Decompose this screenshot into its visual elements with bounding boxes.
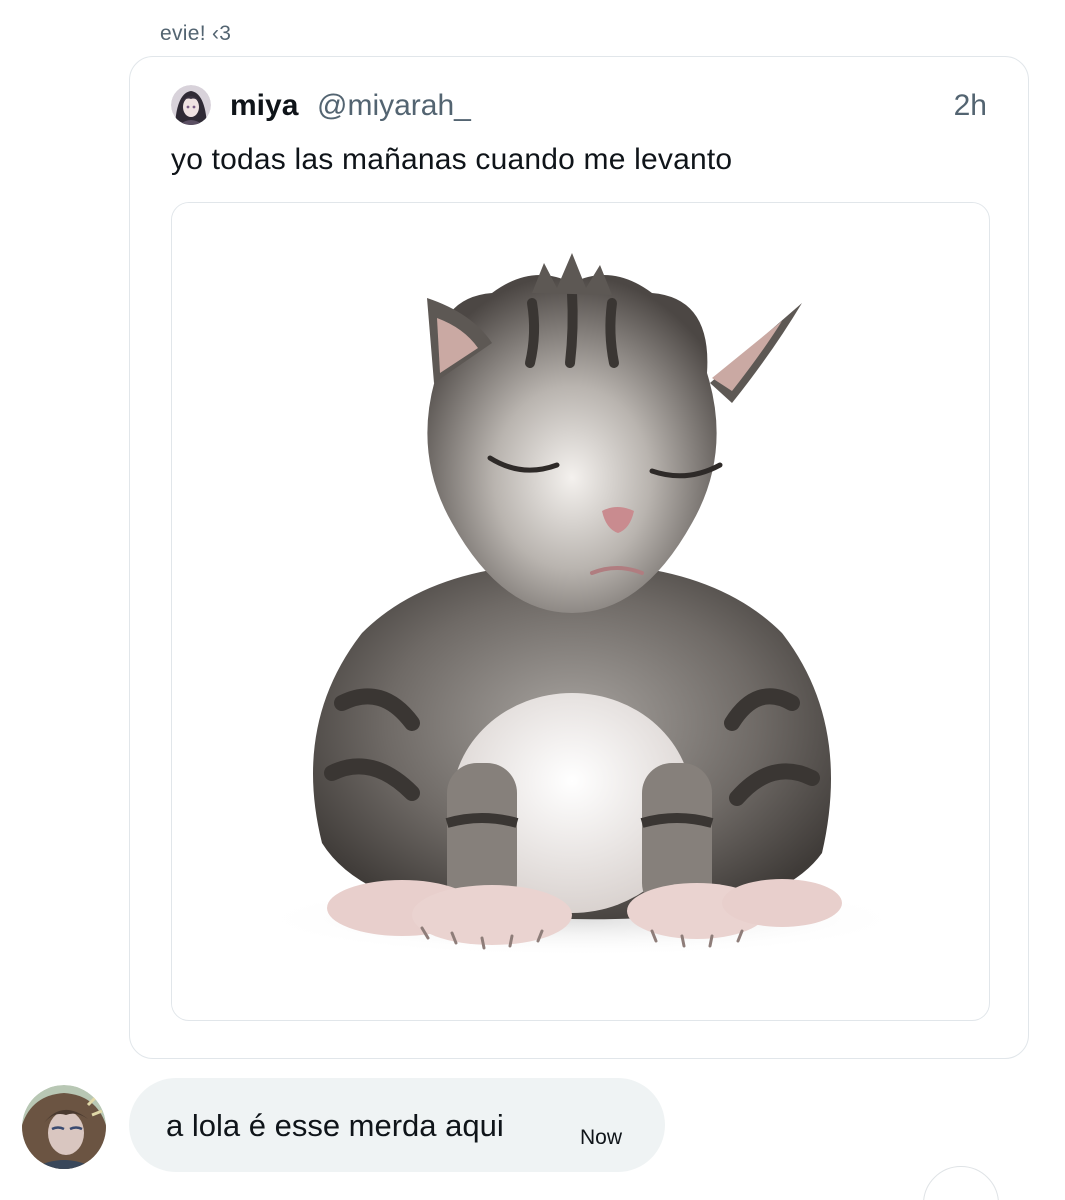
quoted-post-card[interactable]: miya @miyarah_ 2h yo todas las mañanas c… (129, 56, 1029, 1059)
author-name[interactable]: miya (230, 89, 298, 123)
scroll-down-button[interactable] (923, 1166, 999, 1200)
reply-message-bubble[interactable]: a lola é esse merda aqui Now (129, 1078, 665, 1172)
reply-timestamp: Now (580, 1126, 623, 1149)
post-media[interactable] (171, 202, 990, 1021)
author-handle[interactable]: @miyarah_ (317, 89, 471, 123)
author-avatar-image (171, 85, 211, 125)
author-avatar[interactable] (171, 85, 211, 125)
reply-author-avatar[interactable] (22, 1085, 106, 1169)
post-timestamp: 2h (953, 89, 987, 122)
reply-author-avatar-image (22, 1085, 106, 1169)
reply-message-text: a lola é esse merda aqui (166, 1108, 504, 1143)
post-text: yo todas las mañanas cuando me levanto (171, 143, 733, 176)
dm-conversation-screen: evie! ‹3 miya @miyarah_ 2h yo todas las … (0, 0, 1065, 1200)
kitten-photo (172, 203, 988, 1019)
sender-name: evie! ‹3 (160, 22, 232, 45)
